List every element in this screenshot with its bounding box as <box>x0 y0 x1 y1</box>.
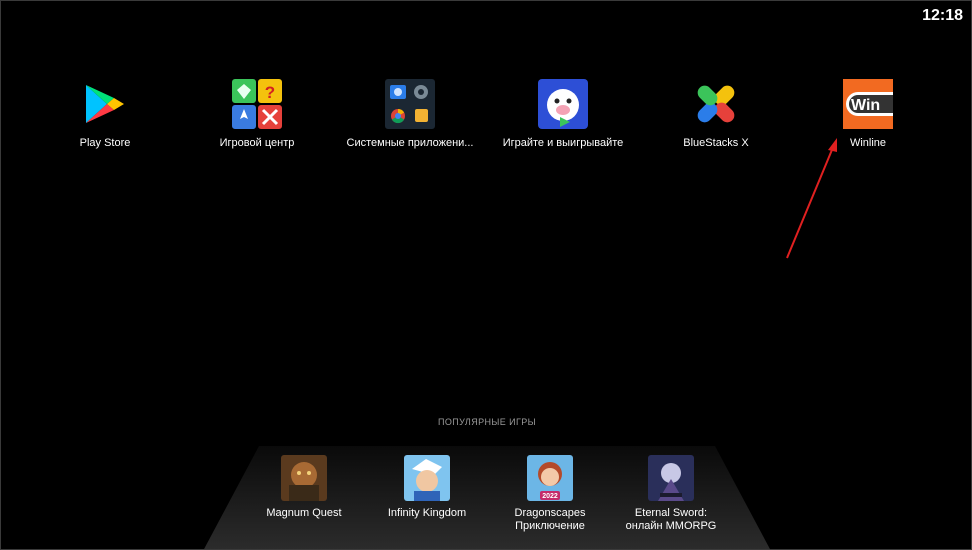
app-play-store[interactable]: Play Store <box>30 79 180 149</box>
app-play-and-win[interactable]: Играйте и выигрывайте <box>488 79 638 149</box>
infinity-kingdom-icon <box>404 455 450 501</box>
app-label: Play Store <box>79 137 131 149</box>
game-label-line1: Magnum Quest <box>266 507 342 519</box>
game-label-line2: Приключение <box>515 520 585 532</box>
game-center-icon: ? <box>232 79 282 129</box>
app-system-apps-folder[interactable]: Системные приложени... <box>335 79 485 149</box>
winline-icon: Win <box>843 79 893 129</box>
play-store-icon <box>86 85 124 123</box>
play-and-win-icon <box>538 79 588 129</box>
bluestacks-x-icon <box>697 85 735 123</box>
app-label: Игровой центр <box>219 137 295 149</box>
app-label: Winline <box>849 137 887 149</box>
system-apps-folder-icon <box>385 79 435 129</box>
home-screen: 12:18 Play Store ? Игровой центр Системн… <box>0 0 972 550</box>
game-label-line1: Eternal Sword: <box>634 507 708 519</box>
game-label-line2: онлайн MMORPG <box>625 520 717 532</box>
game-infinity-kingdom[interactable]: Infinity Kingdom <box>367 455 487 520</box>
game-eternal-sword[interactable]: Eternal Sword: онлайн MMORPG <box>611 455 731 533</box>
app-label: BlueStacks X <box>683 137 749 149</box>
app-label: Системные приложени... <box>346 137 474 149</box>
status-clock: 12:18 <box>922 7 963 24</box>
popular-games-title: ПОПУЛЯРНЫЕ ИГРЫ <box>437 417 537 427</box>
game-dragonscapes[interactable]: 2022 Dragonscapes Приключение <box>490 455 610 533</box>
app-winline[interactable]: Win Winline <box>793 79 943 149</box>
eternal-sword-icon <box>648 455 694 501</box>
app-bluestacks-x[interactable]: BlueStacks X <box>641 79 791 149</box>
dragonscapes-icon: 2022 <box>527 455 573 501</box>
winline-logo-text: Win <box>851 97 880 114</box>
game-badge-year: 2022 <box>542 493 558 500</box>
magnum-quest-icon <box>281 455 327 501</box>
app-game-center[interactable]: ? Игровой центр <box>182 79 332 149</box>
app-label: Играйте и выигрывайте <box>502 137 624 149</box>
svg-text:?: ? <box>265 83 275 102</box>
game-label-line1: Infinity Kingdom <box>387 507 467 519</box>
game-label-line1: Dragonscapes <box>514 507 586 519</box>
game-magnum-quest[interactable]: Magnum Quest <box>244 455 364 520</box>
